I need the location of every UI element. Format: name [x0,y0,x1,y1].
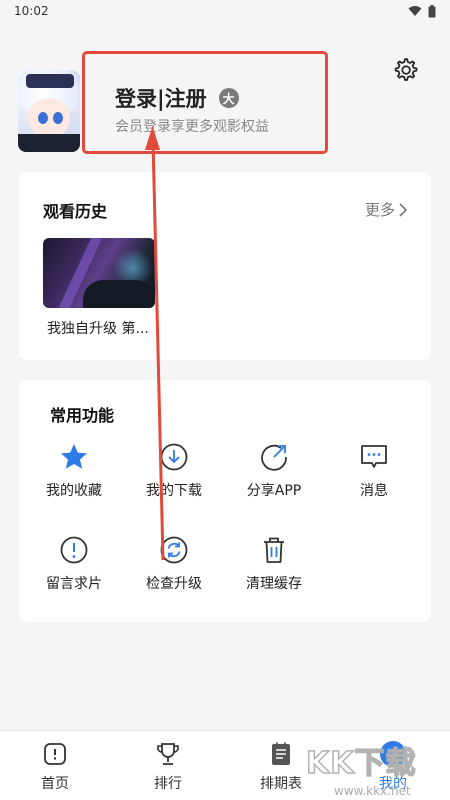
watermark-logo: KK下载 [305,745,417,782]
history-title: 观看历史 [43,202,108,221]
trophy-icon [157,743,179,765]
favorites-button[interactable]: 我的收藏 [24,442,124,500]
refresh-icon [160,536,188,564]
status-bar: 10:02 [0,0,450,22]
download-icon [160,443,188,471]
home-icon [44,743,66,765]
common-functions-card: 常用功能 我的收藏 我的下载 分享APP 消息 留言求片 检查升级 清理缓存 [19,380,431,622]
profile-header: 登录|注册 大 会员登录享更多观影权益 [0,48,450,158]
more-label[interactable]: 更多 [365,199,395,220]
avatar[interactable] [18,70,80,152]
schedule-icon [272,742,290,765]
status-time: 10:02 [14,4,49,18]
alert-circle-icon [60,536,88,564]
share-app-button[interactable]: 分享APP [224,442,324,500]
login-title[interactable]: 登录|注册 [115,83,207,113]
request-movie-button[interactable]: 留言求片 [24,535,124,593]
watermark-url: www.kkx.net [334,784,411,798]
settings-gear-icon[interactable] [392,57,418,83]
nav-ranking[interactable]: 排行 [128,741,208,793]
nav-home[interactable]: 首页 [15,741,95,793]
history-item-title[interactable]: 我独自升级 第... [47,318,149,338]
history-item-thumbnail[interactable] [43,238,155,308]
battery-icon [428,4,436,17]
downloads-button[interactable]: 我的下载 [124,442,224,500]
clear-cache-button[interactable]: 清理缓存 [224,535,324,593]
functions-title: 常用功能 [50,406,115,425]
wifi-icon [408,6,422,16]
star-icon [61,444,87,469]
status-icons [408,4,436,18]
login-subtitle: 会员登录享更多观影权益 [115,119,269,135]
chevron-right-icon [399,202,407,217]
share-icon [261,444,287,471]
history-more-link[interactable]: 更多 [365,199,407,220]
messages-button[interactable]: 消息 [324,442,424,500]
trash-icon [264,537,284,563]
watch-history-card: 观看历史 更多 我独自升级 第... [19,172,431,360]
check-update-button[interactable]: 检查升级 [124,535,224,593]
level-badge-icon: 大 [218,88,239,108]
message-icon [361,445,387,468]
login-register-link[interactable]: 登录|注册 大 [115,83,239,113]
